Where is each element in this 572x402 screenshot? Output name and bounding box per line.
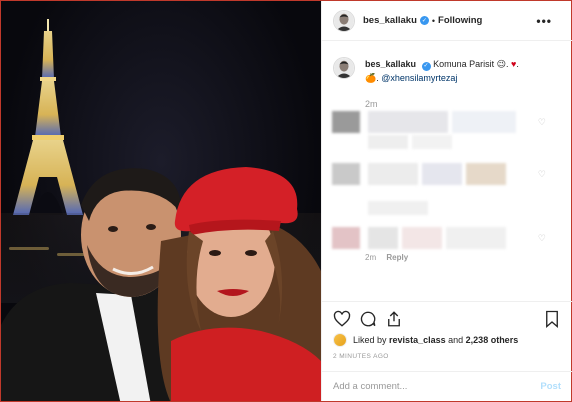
following-button[interactable]: Following (438, 15, 482, 26)
comment-bar: Post (322, 371, 572, 401)
post-photo[interactable] (1, 1, 321, 401)
blurred-comment (332, 201, 552, 215)
post-comment-button[interactable]: Post (540, 381, 561, 392)
comment-input[interactable] (333, 381, 541, 392)
caption-text: bes_kallaku ✓ Komuna Parisit 😉. ♥. 🍊. @x… (365, 59, 519, 83)
reply-button[interactable]: Reply (386, 253, 408, 262)
comment-like-icon[interactable]: ♡ (538, 233, 546, 244)
comment-meta: 2m Reply (365, 253, 408, 262)
liked-by-prefix: Liked by (353, 335, 387, 345)
post-header: bes_kallaku ✓ • Following ••• (322, 1, 572, 41)
post-timestamp: 2 MINUTES AGO (333, 353, 389, 360)
post-details-panel: bes_kallaku ✓ • Following ••• bes_kallak… (321, 1, 572, 401)
avatar[interactable] (333, 9, 355, 32)
avatar[interactable] (333, 333, 347, 347)
likes-summary: Liked by revista_class and 2,238 others (333, 333, 518, 347)
comment-time: 2m (365, 253, 377, 262)
avatar[interactable] (333, 57, 355, 79)
woman-figure (157, 167, 321, 401)
blurred-comment: ♡ (332, 227, 552, 249)
username-link[interactable]: bes_kallaku (363, 15, 417, 26)
comment-like-icon[interactable]: ♡ (538, 117, 546, 128)
caption: bes_kallaku ✓ Komuna Parisit 😉. ♥. 🍊. @x… (333, 57, 563, 85)
orange-emoji-icon: 🍊 (365, 73, 377, 83)
caption-time: 2m (365, 99, 378, 109)
share-icon[interactable] (385, 310, 403, 328)
blurred-comment: ♡ (332, 163, 552, 185)
liked-by-and: and (448, 335, 464, 345)
separator-dot: • (431, 15, 436, 26)
verified-badge-icon: ✓ (419, 16, 429, 25)
caption-username-link[interactable]: bes_kallaku (365, 59, 416, 69)
heart-emoji-icon: ♥ (511, 59, 517, 69)
liked-by-others-link[interactable]: 2,238 others (466, 335, 519, 345)
mention-link[interactable]: @xhensilamyrtezaj (381, 73, 457, 83)
more-dots-icon[interactable]: ••• (536, 14, 552, 28)
bookmark-icon[interactable] (543, 310, 561, 328)
heart-icon[interactable] (333, 310, 351, 328)
liked-by-user-link[interactable]: revista_class (389, 335, 446, 345)
wink-emoji-icon: 😉 (496, 59, 507, 69)
verified-badge-icon: ✓ (421, 61, 431, 71)
comment-icon[interactable] (359, 310, 377, 328)
blurred-comment (332, 135, 552, 149)
caption-body: Komuna Parisit (433, 59, 495, 69)
blurred-comment: ♡ (332, 111, 552, 133)
action-bar (322, 301, 572, 331)
comment-like-icon[interactable]: ♡ (538, 169, 546, 180)
